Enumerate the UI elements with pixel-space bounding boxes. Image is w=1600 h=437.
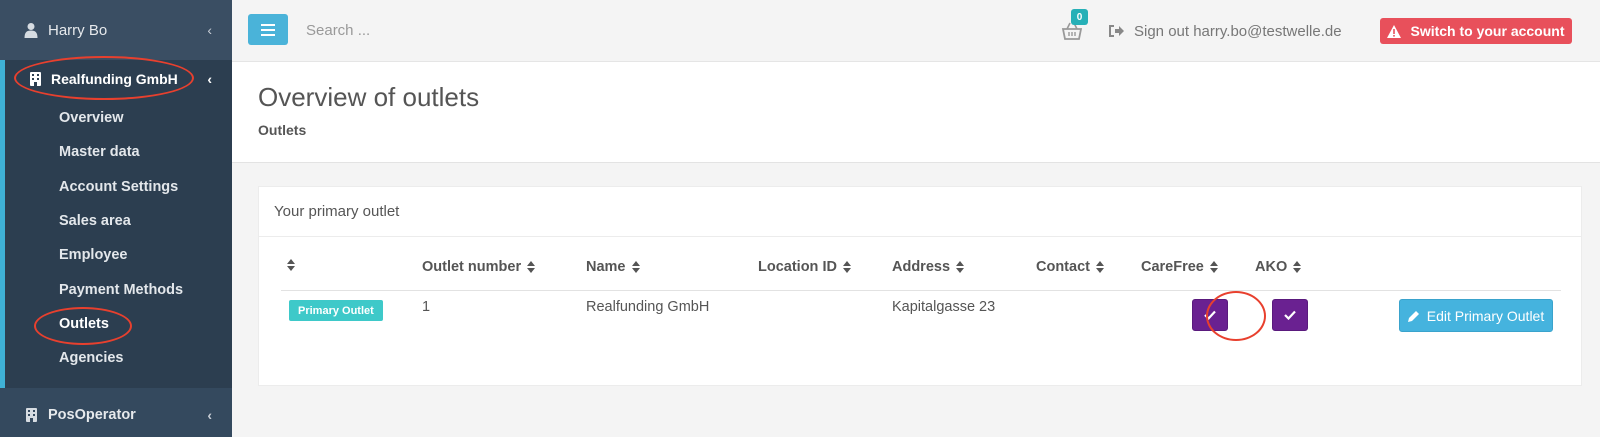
ako-check-button[interactable] [1272, 299, 1308, 331]
sidebar-item-sales-area[interactable]: Sales area [0, 204, 232, 238]
sort-icon [1209, 261, 1218, 273]
column-header-contact[interactable]: Contact [1036, 259, 1104, 275]
sidebar-company-header[interactable]: Realfunding GmbH ‹ [0, 60, 232, 98]
edit-primary-outlet-button[interactable]: Edit Primary Outlet [1399, 299, 1553, 332]
primary-outlet-badge: Primary Outlet [289, 300, 383, 321]
sort-icon [1095, 261, 1104, 273]
menu-toggle-button[interactable] [248, 14, 288, 45]
column-header-label: Contact [1036, 259, 1090, 275]
column-header-address[interactable]: Address [892, 259, 965, 275]
column-header-label: AKO [1255, 259, 1288, 275]
table-header-divider [281, 290, 1561, 291]
sidebar-item-pos-operator[interactable]: PosOperator ‹ [0, 393, 232, 437]
carefree-check-button[interactable] [1192, 299, 1228, 331]
column-header-ako[interactable]: AKO [1255, 259, 1302, 275]
sort-icon [956, 261, 965, 273]
sidebar-item-agencies[interactable]: Agencies [0, 341, 232, 375]
column-header-outlet-number[interactable]: Outlet number [422, 259, 536, 275]
chevron-left-icon: ‹ [207, 22, 212, 38]
sidebar-item-label: Payment Methods [59, 281, 184, 298]
sidebar-item-label: Outlets [59, 315, 109, 332]
sort-icon [842, 261, 851, 273]
sidebar-company-name: Realfunding GmbH [51, 71, 178, 87]
column-header-label: Outlet number [422, 259, 522, 275]
sidebar-item-label: PosOperator [48, 407, 136, 423]
sort-icon [1293, 261, 1302, 273]
page-title: Overview of outlets [258, 82, 480, 112]
chevron-left-icon: ‹ [207, 71, 212, 87]
panel-heading: Your primary outlet [259, 187, 1581, 237]
sidebar-user-menu[interactable]: Harry Bo ‹ [0, 0, 232, 60]
sort-icon [631, 261, 640, 273]
sidebar-item-label: Account Settings [59, 178, 179, 195]
search-input[interactable] [306, 14, 606, 46]
sidebar-user-name: Harry Bo [48, 21, 108, 39]
hamburger-icon [261, 23, 275, 36]
sidebar-item-label: Master data [59, 144, 140, 161]
building-icon [30, 72, 41, 86]
column-header-label: CareFree [1141, 259, 1204, 275]
sort-icon [527, 261, 536, 273]
column-header-label: Name [586, 259, 626, 275]
user-icon [24, 23, 38, 38]
sidebar-item-label: Overview [59, 110, 124, 127]
column-header-name[interactable]: Name [586, 259, 640, 275]
signout-link[interactable]: Sign out harry.bo@testwelle.de [1108, 19, 1342, 43]
sidebar-item-account-settings[interactable]: Account Settings [0, 170, 232, 204]
sidebar-item-label: Employee [59, 247, 128, 264]
sign-out-icon [1109, 25, 1124, 37]
sidebar-item-label: Sales area [59, 213, 131, 230]
sidebar-company-section: Realfunding GmbH ‹ Overview Master data … [0, 60, 232, 388]
cell-outlet-number: 1 [422, 299, 431, 315]
check-icon [1284, 310, 1296, 320]
check-icon [1204, 310, 1216, 320]
sidebar-item-outlets[interactable]: Outlets [0, 307, 232, 341]
column-header-badge[interactable] [287, 259, 295, 271]
column-header-label: Location ID [758, 259, 837, 275]
column-header-label: Address [892, 259, 951, 275]
sidebar-item-employee[interactable]: Employee [0, 238, 232, 272]
page-header: Overview of outlets Outlets [232, 62, 1600, 163]
breadcrumb: Outlets [258, 122, 307, 138]
chevron-left-icon: ‹ [207, 407, 212, 423]
switch-account-label: Switch to your account [1410, 23, 1565, 39]
building-icon [26, 408, 37, 422]
sidebar-item-overview[interactable]: Overview [0, 101, 232, 135]
warning-icon [1387, 24, 1402, 38]
cell-name: Realfunding GmbH [586, 299, 710, 315]
signout-label: Sign out harry.bo@testwelle.de [1134, 22, 1342, 40]
column-header-carefree[interactable]: CareFree [1141, 259, 1218, 275]
sidebar-item-payment-methods[interactable]: Payment Methods [0, 272, 232, 306]
sort-icon [287, 259, 295, 271]
switch-account-button[interactable]: Switch to your account [1380, 18, 1572, 44]
sidebar-menu: Overview Master data Account Settings Sa… [0, 101, 232, 375]
primary-outlet-panel: Your primary outlet Outlet number Name L… [258, 186, 1582, 386]
sidebar: Harry Bo ‹ Realfunding GmbH ‹ Overview M… [0, 0, 232, 437]
cart-count-badge: 0 [1071, 9, 1088, 25]
pencil-icon [1407, 310, 1419, 322]
column-header-location-id[interactable]: Location ID [758, 259, 851, 275]
edit-primary-outlet-label: Edit Primary Outlet [1426, 307, 1545, 324]
sidebar-item-label: Agencies [59, 350, 124, 367]
top-navbar: 0 Sign out harry.bo@testwelle.de Switch … [232, 0, 1600, 62]
cell-address: Kapitalgasse 23 [892, 299, 996, 315]
sidebar-item-master-data[interactable]: Master data [0, 135, 232, 169]
